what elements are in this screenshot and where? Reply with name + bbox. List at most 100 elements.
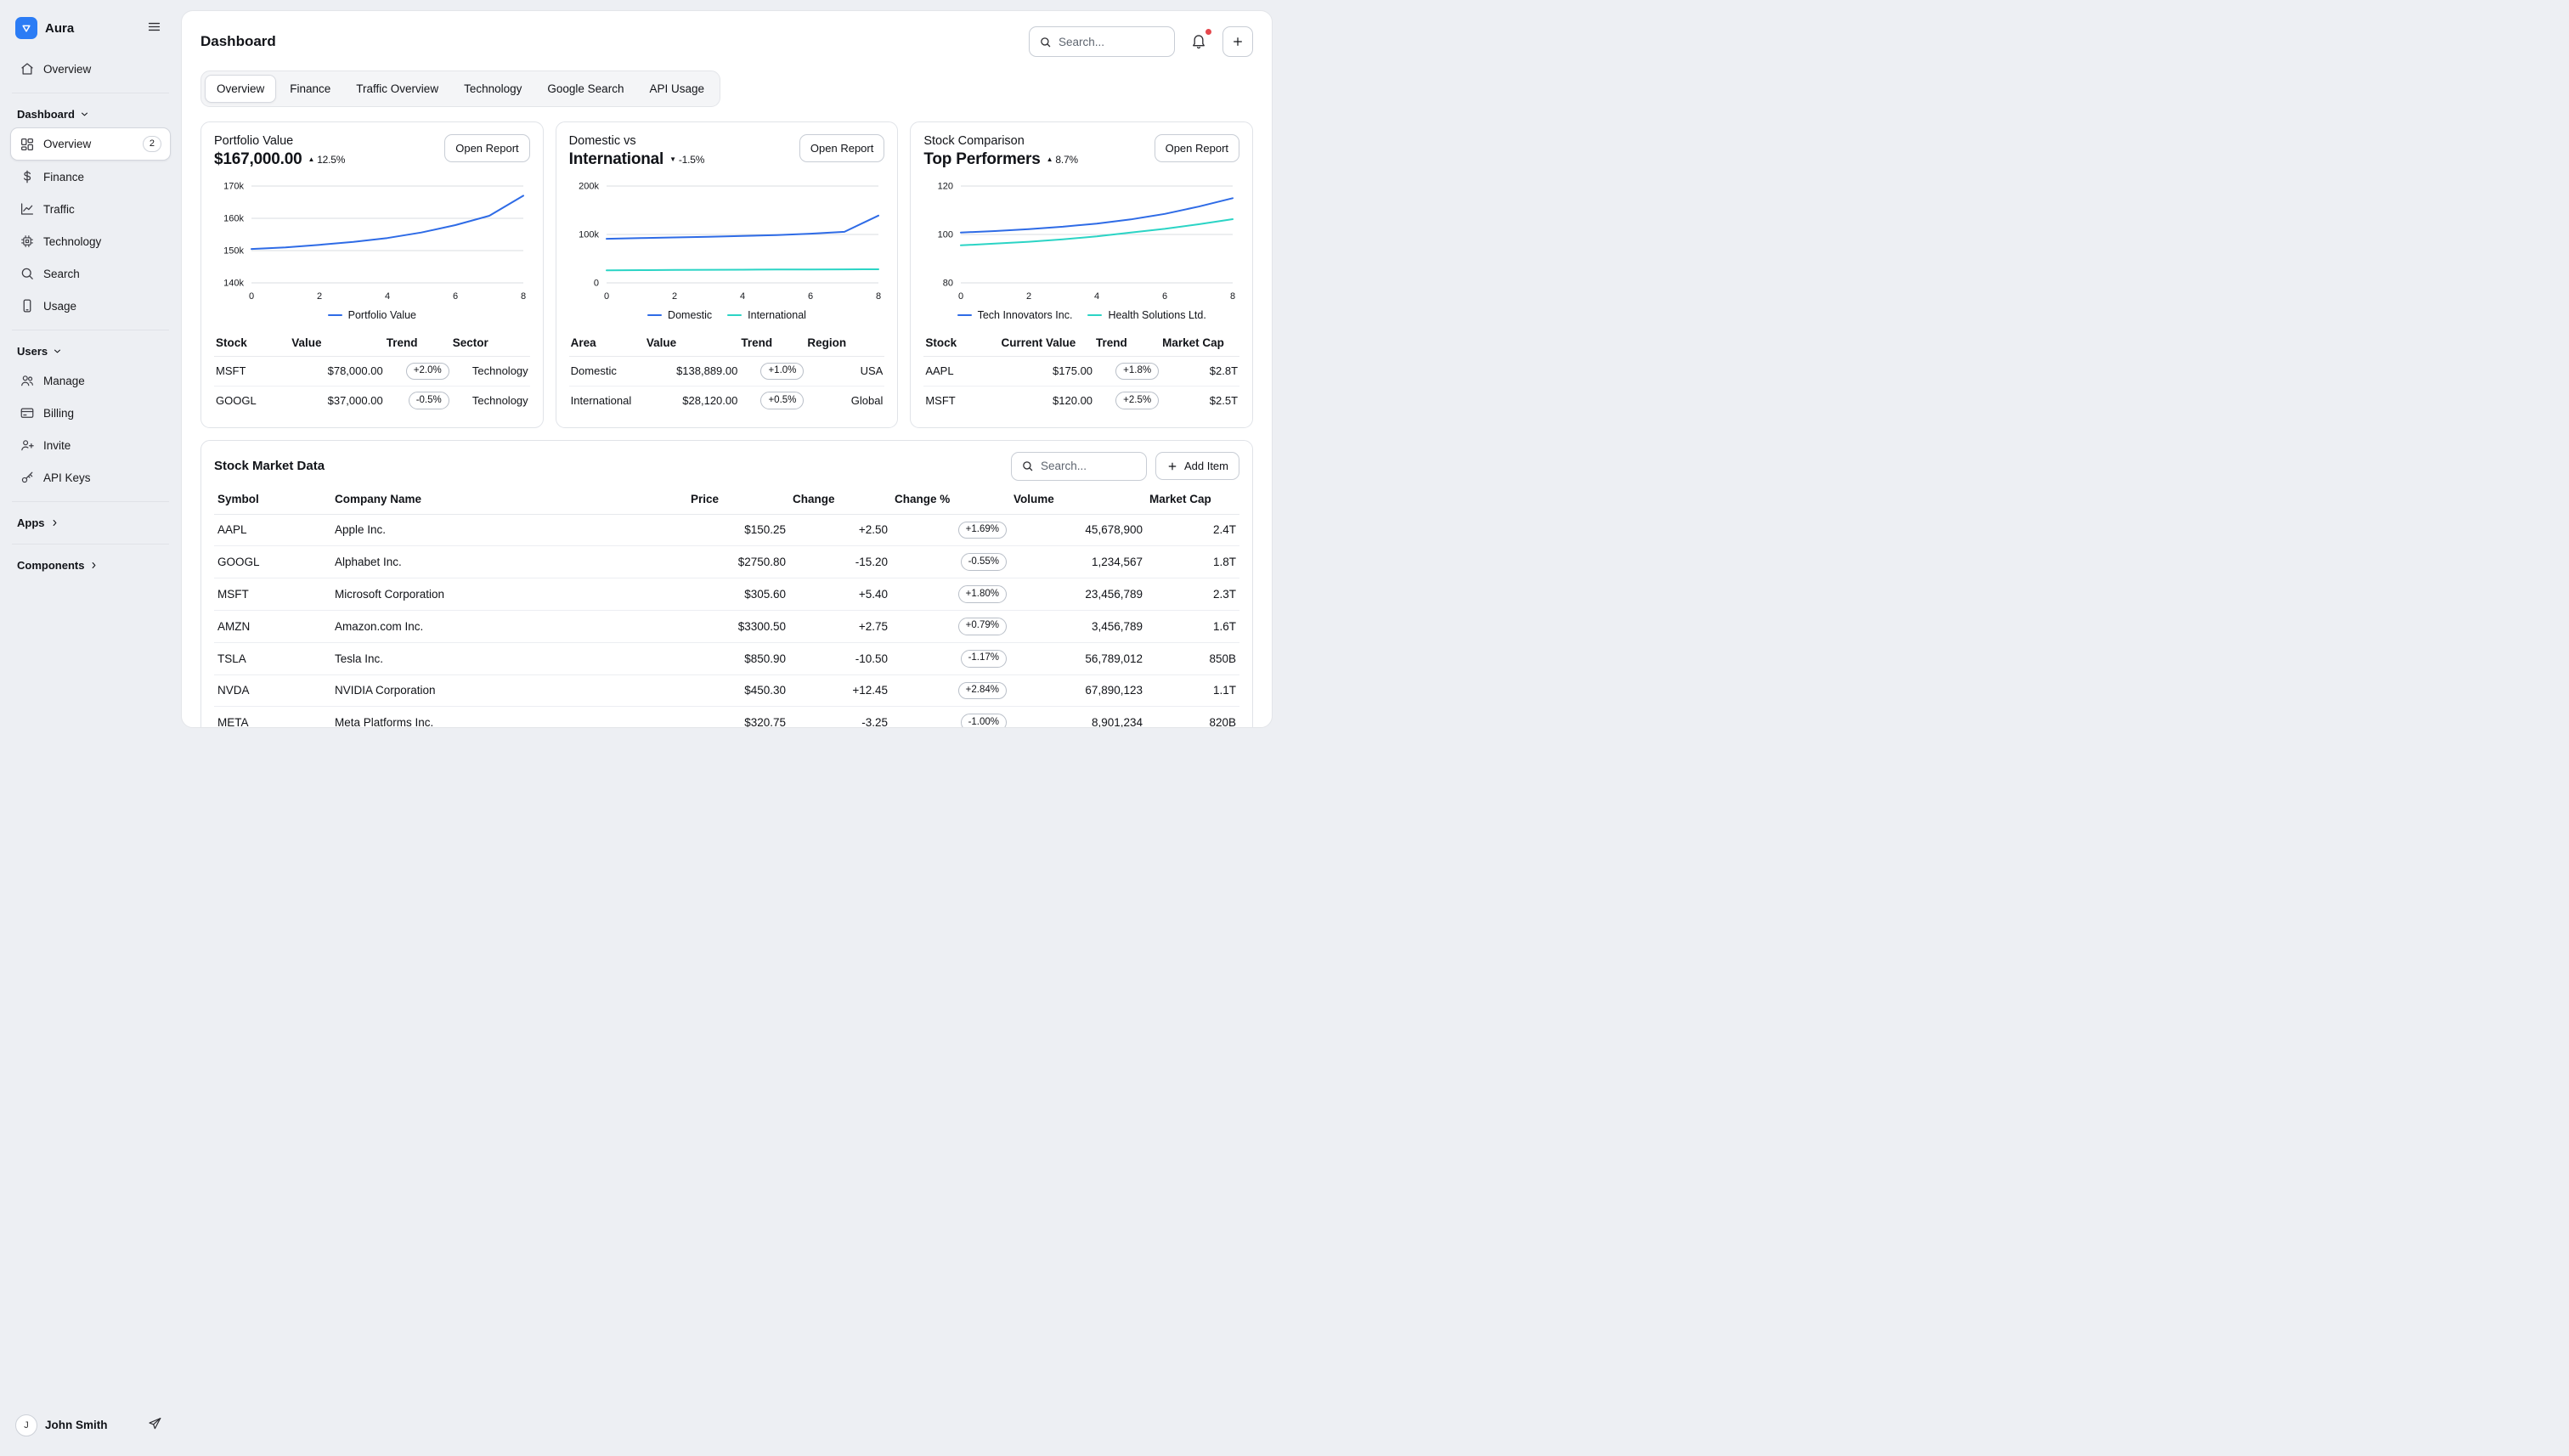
table-cell: Microsoft Corporation [331, 578, 687, 611]
card-table: StockValueTrendSectorMSFT$78,000.00+2.0%… [214, 330, 530, 415]
add-button[interactable] [1222, 26, 1253, 57]
tab-api-usage[interactable]: API Usage [637, 75, 716, 103]
sidebar-item-usage[interactable]: Usage [10, 290, 171, 322]
domestic-international-card: Domestic vs International ▼ -1.5% Open R… [556, 121, 899, 428]
card-table-cell: International [569, 386, 645, 415]
table-cell: 23,456,789 [1010, 578, 1146, 611]
sidebar-item-dashboard-overview[interactable]: Overview 2 [10, 127, 171, 161]
tab-technology[interactable]: Technology [452, 75, 534, 103]
table-row: TSLATesla Inc.$850.90-10.50-1.17%56,789,… [214, 642, 1239, 674]
card-table-cell: +1.8% [1094, 357, 1160, 387]
user-profile-row[interactable]: J John Smith [10, 1406, 171, 1444]
svg-text:150k: 150k [223, 246, 244, 257]
sidebar-item-traffic[interactable]: Traffic [10, 193, 171, 225]
sidebar-item-manage[interactable]: Manage [10, 364, 171, 397]
card-title: Domestic vs [569, 134, 705, 148]
sidebar-item-label: Billing [43, 407, 74, 420]
tab-google-search[interactable]: Google Search [535, 75, 635, 103]
open-report-button[interactable]: Open Report [1155, 134, 1239, 162]
card-headline: Top Performers ▲ 8.7% [923, 150, 1078, 169]
overview-count-badge: 2 [143, 136, 161, 152]
sidebar-section-components[interactable]: Components [10, 552, 171, 578]
tab-overview[interactable]: Overview [205, 75, 276, 103]
sidebar-collapse-button[interactable] [143, 15, 166, 41]
table-cell: AAPL [214, 514, 331, 546]
sidebar-item-search[interactable]: Search [10, 257, 171, 290]
table-row: NVDANVIDIA Corporation$450.30+12.45+2.84… [214, 674, 1239, 707]
search-input[interactable] [1059, 36, 1165, 48]
table-header: Change % [891, 484, 1010, 515]
table-cell: -15.20 [789, 546, 891, 578]
table-cell: 2.4T [1146, 514, 1239, 546]
table-cell: GOOGL [214, 546, 331, 578]
legend-item: Health Solutions Ltd. [1087, 309, 1205, 321]
trend-arrow-icon: ▲ [308, 156, 314, 163]
table-cell: $2750.80 [687, 546, 789, 578]
sidebar-section-apps[interactable]: Apps [10, 510, 171, 536]
table-cell: $320.75 [687, 707, 789, 728]
sidebar-item-billing[interactable]: Billing [10, 397, 171, 429]
change-pct-pill: +0.79% [958, 618, 1007, 635]
main-panel: Dashboard [181, 10, 1273, 728]
notifications-button[interactable] [1187, 29, 1211, 55]
legend-item: Portfolio Value [328, 309, 416, 321]
table-cell: $305.60 [687, 578, 789, 611]
card-table-cell: $37,000.00 [290, 386, 385, 415]
add-item-button[interactable]: Add Item [1155, 452, 1239, 480]
card-header: Stock Comparison Top Performers ▲ 8.7% O… [923, 134, 1239, 169]
card-table-row: GOOGL$37,000.00-0.5%Technology [214, 386, 530, 415]
legend-label: Tech Innovators Inc. [978, 309, 1073, 321]
legend-item: International [727, 309, 806, 321]
table-search-input[interactable] [1041, 460, 1137, 472]
topbar: Dashboard [200, 26, 1253, 57]
tab-finance[interactable]: Finance [278, 75, 342, 103]
page-title: Dashboard [200, 33, 276, 50]
chevron-down-icon [79, 109, 90, 120]
card-table-cell: $175.00 [1000, 357, 1095, 387]
sidebar-section-users[interactable]: Users [10, 338, 171, 364]
dollar-icon [20, 169, 35, 184]
card-table-cell: Technology [451, 357, 530, 387]
card-table-cell: +2.5% [1094, 386, 1160, 415]
table-header-row: Stock Market Data Add Item [214, 452, 1239, 481]
card-value: $167,000.00 [214, 150, 302, 169]
sidebar-item-invite[interactable]: Invite [10, 429, 171, 461]
legend-item: Domestic [647, 309, 712, 321]
sidebar-item-finance[interactable]: Finance [10, 161, 171, 193]
card-table-cell: Domestic [569, 357, 645, 387]
send-feedback-button[interactable] [144, 1413, 166, 1437]
sidebar-section-dashboard[interactable]: Dashboard [10, 101, 171, 127]
card-table-header: Trend [385, 330, 451, 357]
avatar: J [15, 1414, 37, 1436]
table-cell: $150.25 [687, 514, 789, 546]
svg-text:4: 4 [385, 291, 390, 302]
chart-legend: Portfolio Value [214, 309, 530, 321]
open-report-button[interactable]: Open Report [799, 134, 884, 162]
card-table-row: Domestic$138,889.00+1.0%USA [569, 357, 885, 387]
svg-text:2: 2 [317, 291, 322, 302]
sidebar-item-api-keys[interactable]: API Keys [10, 461, 171, 494]
svg-text:120: 120 [938, 182, 953, 192]
add-item-label: Add Item [1184, 460, 1228, 472]
table-cell: AMZN [214, 610, 331, 642]
table-search [1011, 452, 1147, 481]
card-value: Top Performers [923, 150, 1040, 169]
topbar-actions [1029, 26, 1253, 57]
table-title: Stock Market Data [214, 459, 325, 473]
sidebar-item-technology[interactable]: Technology [10, 225, 171, 257]
change-pct-pill: +1.69% [958, 522, 1007, 539]
open-report-button[interactable]: Open Report [444, 134, 529, 162]
table-cell: +2.50 [789, 514, 891, 546]
card-table-header: Market Cap [1160, 330, 1239, 357]
sidebar-item-overview-top[interactable]: Overview [10, 53, 171, 85]
tab-traffic-overview[interactable]: Traffic Overview [344, 75, 450, 103]
svg-text:4: 4 [740, 291, 745, 302]
stock-comparison-card: Stock Comparison Top Performers ▲ 8.7% O… [910, 121, 1253, 428]
svg-text:0: 0 [958, 291, 963, 302]
legend-swatch-icon [328, 314, 342, 317]
sidebar-item-label: Usage [43, 300, 76, 313]
svg-text:100: 100 [938, 230, 953, 240]
card-title: Portfolio Value [214, 134, 345, 148]
svg-text:6: 6 [808, 291, 813, 302]
table-cell: 45,678,900 [1010, 514, 1146, 546]
